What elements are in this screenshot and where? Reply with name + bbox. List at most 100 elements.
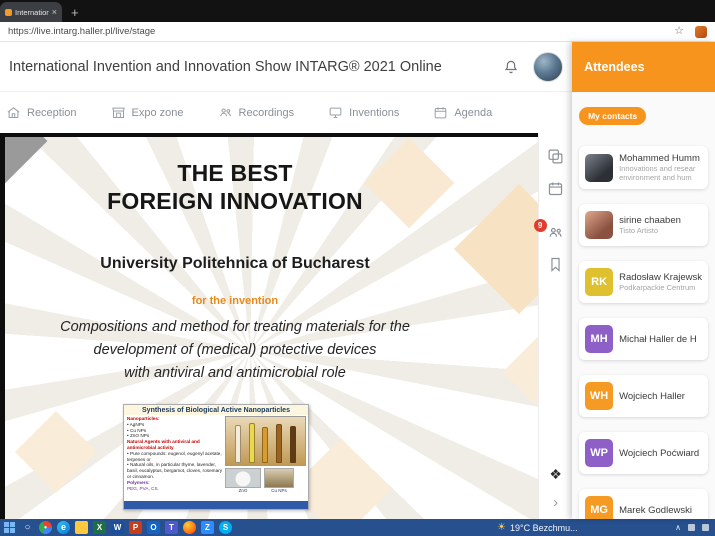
- notifications-bell-icon[interactable]: [502, 58, 520, 76]
- attendee-card[interactable]: sirine chaaben Tisto Artisto: [579, 204, 708, 246]
- page-title: International Invention and Innovation S…: [9, 59, 502, 75]
- nav-item-recordings[interactable]: Recordings: [218, 105, 295, 120]
- taskbar-app-icon[interactable]: Z: [201, 521, 214, 534]
- figure-caption: ZnO: [225, 488, 261, 494]
- tab-title: International: [15, 8, 49, 17]
- attendees-panel: Attendees My contacts Mohammed Humm Inno…: [572, 42, 715, 519]
- nav-item-expo-zone[interactable]: Expo zone: [111, 105, 184, 120]
- taskbar: ○ • e X W: [0, 519, 715, 536]
- attendee-avatar: [585, 211, 613, 239]
- attendee-card[interactable]: MG Marek Godlewski: [579, 489, 708, 519]
- page-header: International Invention and Innovation S…: [0, 42, 572, 92]
- tray-chevron-icon[interactable]: ∧: [675, 523, 681, 532]
- attendee-avatar: WP: [585, 439, 613, 467]
- nav-label: Agenda: [454, 107, 492, 119]
- attendees-badge: 9: [534, 219, 547, 232]
- browser-tab-bar: International × +: [0, 0, 715, 22]
- nav-label: Inventions: [349, 107, 399, 119]
- slide-title-line2: FOREIGN INNOVATION: [5, 187, 465, 215]
- slide-description: Compositions and method for treating mat…: [5, 316, 465, 339]
- people-icon: [218, 105, 233, 120]
- figure-text-column: Nanoparticles: • AgNPs • Cu NPs • ZnO NP…: [127, 416, 223, 494]
- url-input[interactable]: https://live.intarg.haller.pl/live/stage: [8, 26, 674, 37]
- slide-description: with antiviral and antimicrobial role: [5, 362, 465, 385]
- taskbar-app-icon[interactable]: •: [39, 521, 52, 534]
- attendee-card[interactable]: Mohammed Humm Innovations and resear env…: [579, 146, 708, 189]
- attendees-header: Attendees: [572, 42, 715, 92]
- attendee-card[interactable]: RK Radosław Krajewsk Podkarpackie Centru…: [579, 261, 708, 303]
- attendee-name: Michał Haller de H: [619, 334, 697, 345]
- attendee-name: Wojciech Haller: [619, 391, 685, 402]
- figure-text-line: PEG, PVA, CS.: [127, 486, 223, 492]
- dish-photo: [225, 468, 261, 488]
- figure-caption-band: [124, 501, 308, 509]
- figure-media-column: ZnO Cu NPs: [225, 416, 306, 494]
- new-tab-button[interactable]: +: [71, 6, 79, 19]
- slide-kicker: for the invention: [5, 295, 465, 307]
- screens-icon[interactable]: [547, 147, 565, 165]
- weather-widget[interactable]: ☀ 19°C Bezchmu...: [497, 519, 578, 536]
- slide-description: development of (medical) protective devi…: [5, 339, 465, 362]
- attendee-subtitle: Tisto Artisto: [619, 226, 681, 235]
- figure-title: Synthesis of Biological Active Nanoparti…: [124, 405, 308, 415]
- my-contacts-button[interactable]: My contacts: [579, 107, 646, 125]
- nav-item-reception[interactable]: Reception: [6, 105, 77, 120]
- taskbar-app-icon[interactable]: X: [93, 521, 106, 534]
- attendee-card[interactable]: WH Wojciech Haller: [579, 375, 708, 417]
- attendee-name: sirine chaaben: [619, 215, 681, 226]
- apps-icon[interactable]: ❖: [547, 465, 565, 483]
- taskbar-app-icon[interactable]: T: [165, 521, 178, 534]
- nav-label: Recordings: [239, 107, 295, 119]
- tab-close-icon[interactable]: ×: [52, 7, 57, 17]
- attendee-name: Wojciech Poćwiard: [619, 448, 699, 459]
- tab-favicon-icon: [5, 9, 12, 16]
- start-button[interactable]: [4, 522, 15, 533]
- taskbar-app-icon[interactable]: e: [57, 521, 70, 534]
- tray-icon[interactable]: [702, 524, 709, 531]
- attendee-card[interactable]: MH Michał Haller de H: [579, 318, 708, 360]
- nav-item-agenda[interactable]: Agenda: [433, 105, 492, 120]
- browser-tab[interactable]: International ×: [0, 2, 62, 22]
- screen-icon: [328, 105, 343, 120]
- browser-window: International × + https://live.intarg.ha…: [0, 0, 715, 536]
- attendee-avatar: MH: [585, 325, 613, 353]
- bookmark-icon[interactable]: [547, 255, 565, 273]
- bookmark-star-icon[interactable]: ☆: [674, 26, 684, 37]
- attendee-subtitle: Innovations and resear: [619, 164, 700, 173]
- bottles-photo: [264, 468, 294, 488]
- attendees-icon[interactable]: 9: [547, 223, 565, 241]
- attendees-list: My contacts Mohammed Humm Innovations an…: [572, 92, 715, 519]
- tray-icon[interactable]: [688, 524, 695, 531]
- user-avatar[interactable]: [533, 52, 563, 82]
- attendee-subtitle: Podkarpackie Centrum: [619, 283, 702, 292]
- attendee-name: Radosław Krajewsk: [619, 272, 702, 283]
- nav-label: Expo zone: [132, 107, 184, 119]
- taskbar-app-icon[interactable]: ○: [21, 521, 34, 534]
- taskbar-app-icon[interactable]: [75, 521, 88, 534]
- nav-item-inventions[interactable]: Inventions: [328, 105, 399, 120]
- weather-text: 19°C Bezchmu...: [510, 523, 578, 533]
- side-toolbar: 9 ❖ ›: [538, 133, 572, 519]
- collapse-panel-icon[interactable]: ›: [547, 493, 565, 511]
- taskbar-app-icon[interactable]: O: [147, 521, 160, 534]
- calendar-icon: [433, 105, 448, 120]
- extension-icon[interactable]: [695, 26, 707, 38]
- attendee-name: Marek Godlewski: [619, 505, 692, 516]
- taskbar-app-icon[interactable]: W: [111, 521, 124, 534]
- stage-slide: THE BEST FOREIGN INNOVATION University P…: [0, 133, 538, 519]
- system-tray: ∧: [675, 519, 709, 536]
- calendar-icon[interactable]: [547, 179, 565, 197]
- attendee-card[interactable]: WP Wojciech Poćwiard: [579, 432, 708, 474]
- attendee-subtitle: environment and hum: [619, 173, 700, 182]
- attendee-avatar: RK: [585, 268, 613, 296]
- vials-photo: [225, 416, 306, 466]
- figure-text-line: • Pure compounds: eugenol, eugenyl aceta…: [127, 451, 223, 463]
- address-bar: https://live.intarg.haller.pl/live/stage…: [0, 22, 715, 42]
- attendee-name: Mohammed Humm: [619, 153, 700, 164]
- attendee-avatar: [585, 154, 613, 182]
- taskbar-apps: ○ • e X W: [21, 521, 232, 534]
- taskbar-app-icon[interactable]: [183, 521, 196, 534]
- taskbar-app-icon[interactable]: S: [219, 521, 232, 534]
- taskbar-app-icon[interactable]: P: [129, 521, 142, 534]
- figure-text-line: Natural Agents with antiviral and antimi…: [127, 439, 223, 451]
